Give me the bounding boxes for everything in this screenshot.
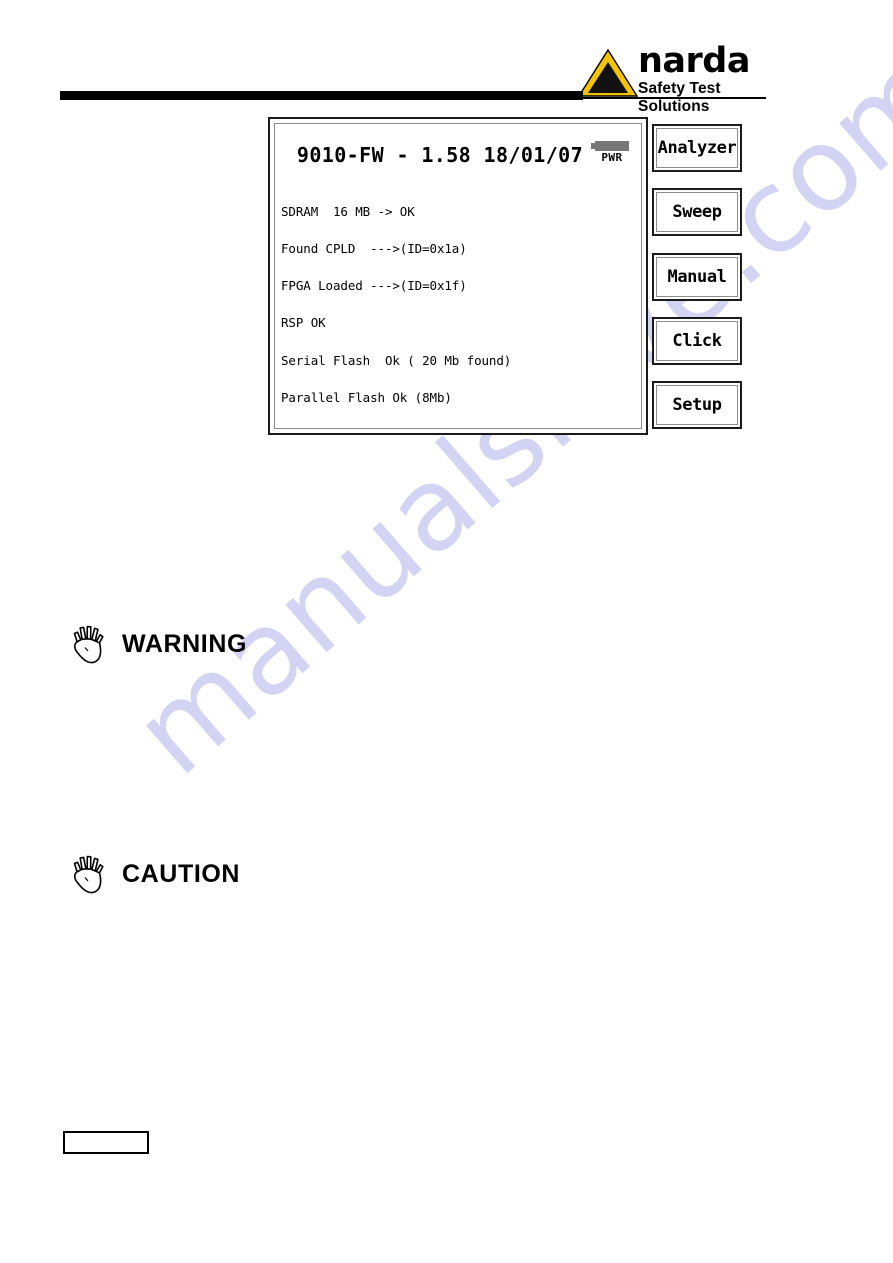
boot-log-line: Found CPLD --->(ID=0x1a): [281, 241, 467, 257]
manual-page: manualshive.com narda Safety Test Soluti…: [0, 0, 893, 1263]
softkey-label: Manual: [667, 267, 727, 287]
softkey-label: Click: [672, 331, 722, 351]
page-header: narda Safety Test Solutions: [0, 0, 893, 120]
softkey-inner-frame: Manual: [656, 257, 738, 297]
boot-log-line: Parallel Flash Ok (8Mb): [281, 389, 452, 405]
battery-icon: [591, 141, 629, 151]
softkey-sweep[interactable]: Sweep: [652, 188, 742, 236]
brand-wordmark: narda: [638, 41, 750, 81]
lcd-screen-bezel: 9010-FW - 1.58 18/01/07 PWR SDRAM 16 MB …: [268, 117, 648, 435]
softkey-click[interactable]: Click: [652, 317, 742, 365]
softkey-label: Sweep: [672, 202, 722, 222]
boot-log-line: FPGA Loaded --->(ID=0x1f): [281, 278, 467, 294]
narda-logo: narda Safety Test Solutions: [578, 42, 778, 115]
firmware-title: 9010-FW - 1.58 18/01/07: [296, 143, 584, 167]
warning-notice: WARNING: [68, 622, 247, 666]
footer-page-box: [63, 1131, 149, 1154]
softkey-column: Analyzer Sweep Manual Click Setup: [652, 117, 748, 442]
hand-caution-icon: [73, 855, 104, 894]
device-figure: 9010-FW - 1.58 18/01/07 PWR SDRAM 16 MB …: [268, 117, 748, 442]
boot-log: SDRAM 16 MB -> OK Found CPLD --->(ID=0x1…: [281, 181, 637, 428]
softkey-inner-frame: Sweep: [656, 192, 738, 232]
softkey-manual[interactable]: Manual: [652, 253, 742, 301]
softkey-inner-frame: Setup: [656, 385, 738, 425]
logo-underline-rule: [578, 97, 766, 99]
boot-log-line: Serial Flash Ok ( 20 Mb found): [281, 352, 512, 368]
hand-warning-icon: [73, 625, 104, 664]
power-indicator-label: PWR: [601, 151, 623, 164]
softkey-label: Analyzer: [657, 138, 737, 158]
caution-label: CAUTION: [122, 859, 241, 888]
header-thick-rule: [60, 91, 583, 100]
softkey-analyzer[interactable]: Analyzer: [652, 124, 742, 172]
caution-notice: CAUTION: [68, 852, 240, 896]
narda-triangle-logo-icon: [578, 48, 638, 97]
boot-log-line: RSP OK: [281, 315, 326, 331]
boot-log-line: SDRAM 16 MB -> OK: [281, 203, 415, 219]
power-indicator: PWR: [590, 141, 634, 164]
lcd-screen: 9010-FW - 1.58 18/01/07 PWR SDRAM 16 MB …: [274, 123, 642, 429]
warning-label: WARNING: [122, 629, 248, 658]
softkey-inner-frame: Click: [656, 321, 738, 361]
softkey-setup[interactable]: Setup: [652, 381, 742, 429]
softkey-inner-frame: Analyzer: [656, 128, 738, 168]
softkey-label: Setup: [672, 395, 722, 415]
